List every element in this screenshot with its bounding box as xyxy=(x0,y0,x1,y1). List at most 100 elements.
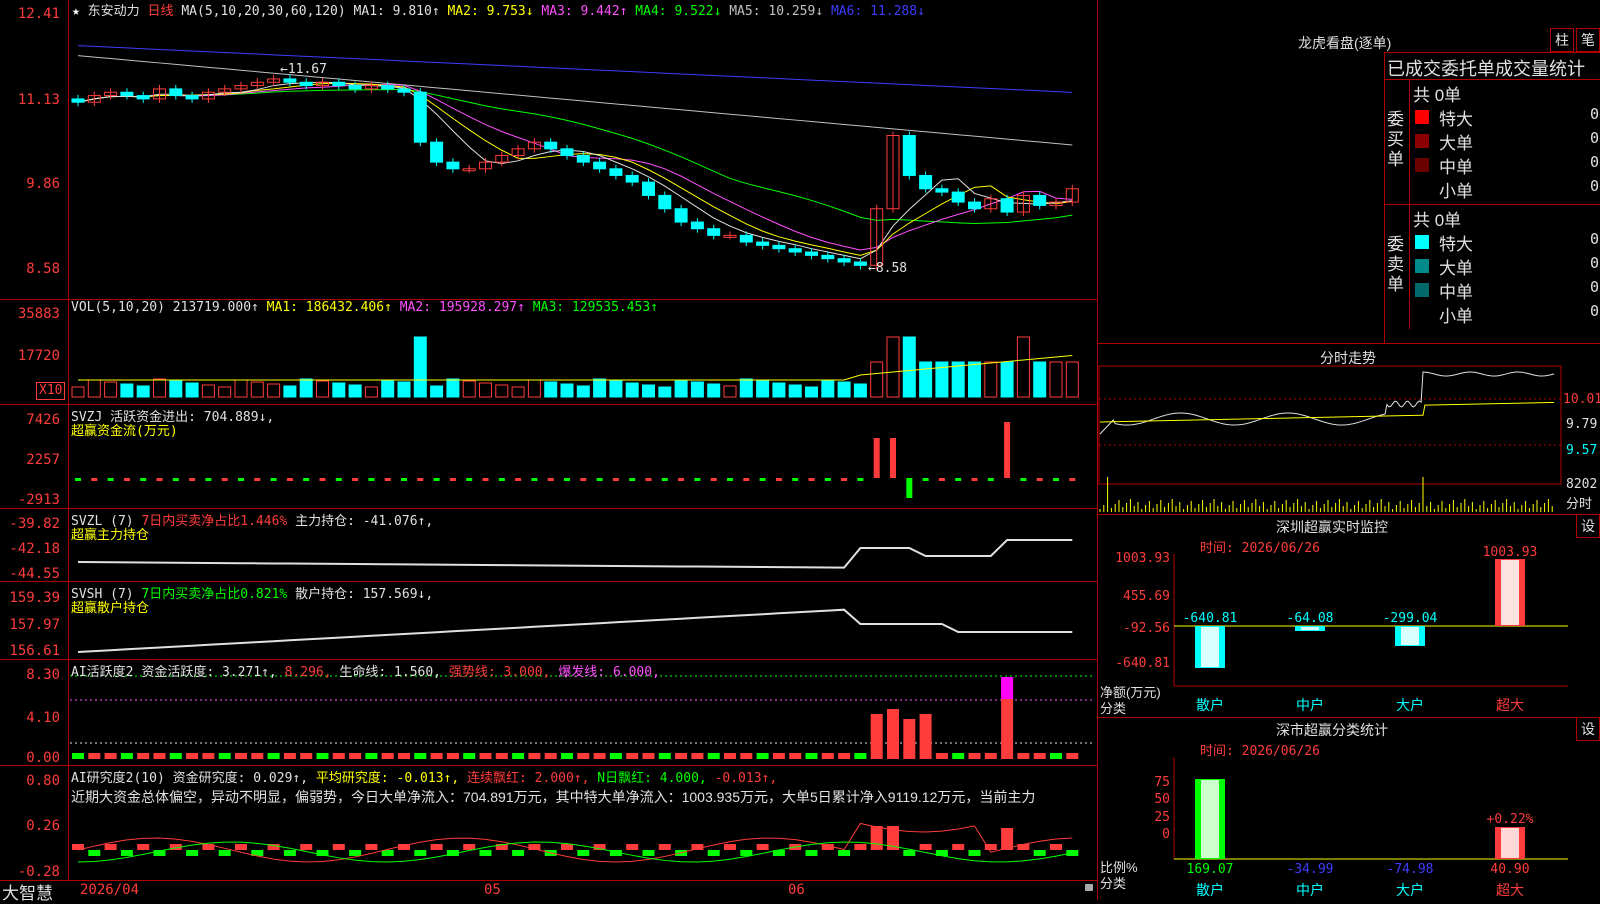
sell-rows: 共 0单 特大00%大单00%中单00%小单00% xyxy=(1409,205,1600,329)
active-bar xyxy=(316,753,329,759)
volume-bar xyxy=(495,384,509,398)
candle-body xyxy=(935,188,949,193)
flow-bar xyxy=(401,478,407,481)
stats-category-label: 散户 xyxy=(1196,882,1224,898)
volume-bar xyxy=(1000,361,1014,398)
flow-bar xyxy=(172,478,179,481)
monitor-value-label: -64.08 xyxy=(1287,611,1334,626)
stats-category-label: 大户 xyxy=(1396,882,1424,898)
ma-value-3: MA3: 9.442↑ xyxy=(533,4,628,19)
price-axis-label: 8.58 xyxy=(26,261,60,277)
monitor-bar-chart[interactable]: 1003.93 455.69 -92.56 -640.81 -640.81 散户 -64.0… xyxy=(1098,514,1600,717)
candle-body xyxy=(169,88,183,97)
volume-bar xyxy=(413,336,427,398)
intraday-panel[interactable]: 分时走势 10.01 9.79 9.57 8202 分时 xyxy=(1098,344,1600,514)
monitor-bar-highlight xyxy=(1201,627,1219,667)
intraday-frame xyxy=(1098,365,1562,485)
stats-value-label: -74.98 xyxy=(1387,862,1434,877)
active-bar xyxy=(446,753,459,759)
active-bar xyxy=(821,753,834,759)
order-type: 大单 xyxy=(1439,134,1473,153)
main-holding-line xyxy=(77,539,1073,569)
candle-body xyxy=(348,85,362,90)
panel-divider xyxy=(0,880,1097,881)
flow-bar xyxy=(841,478,848,481)
candle-body xyxy=(413,91,427,143)
active-bar xyxy=(72,753,84,759)
intraday-chart[interactable] xyxy=(1098,344,1600,514)
active-bar xyxy=(153,753,166,759)
volume-bar xyxy=(71,386,85,398)
flow-bar xyxy=(1020,478,1027,481)
flow-bar xyxy=(123,478,130,481)
bar-view-button[interactable]: 柱 xyxy=(1550,28,1574,52)
ai-research-axis-label: -0.28 xyxy=(17,864,60,880)
monitor-xlabel: 分类 xyxy=(1100,701,1127,716)
period-label[interactable]: 日线 xyxy=(148,4,174,19)
active-bar xyxy=(740,753,753,759)
volume-bar xyxy=(756,380,770,398)
color-swatch xyxy=(1415,134,1429,148)
volume-bar xyxy=(479,382,492,398)
ai-active-axis-label: 0.00 xyxy=(26,750,60,766)
research-line xyxy=(77,822,1073,863)
order-type: 小单 xyxy=(1439,307,1473,326)
vol-unit-badge[interactable]: X10 xyxy=(36,382,66,400)
flow-bar xyxy=(890,438,896,478)
volume-bar xyxy=(902,336,916,398)
active-bar xyxy=(1033,753,1046,759)
research-bar xyxy=(349,850,362,856)
volume-bar xyxy=(1033,361,1047,398)
flow-bar xyxy=(303,478,310,481)
monitor-bar-highlight xyxy=(1301,627,1319,630)
flow-bar xyxy=(270,478,277,481)
flow-bar xyxy=(498,478,505,481)
stock-name[interactable]: 东安动力 xyxy=(88,4,140,19)
research-bar xyxy=(577,850,590,856)
flow-bar xyxy=(254,478,261,481)
active-bar xyxy=(512,753,525,759)
active-bar xyxy=(1066,753,1079,759)
candlestick-chart[interactable] xyxy=(0,0,1097,880)
volume-bar xyxy=(560,383,574,398)
tick-view-button[interactable]: 笔 xyxy=(1576,28,1600,52)
volume-bar xyxy=(87,379,101,398)
price-axis-label: 11.13 xyxy=(17,92,60,108)
research-bar xyxy=(104,844,117,850)
active-bar xyxy=(968,753,981,759)
active-bar xyxy=(88,753,101,759)
stats-bar-chart[interactable]: 75 50 25 0 169.07 散户 -34.99 中户 -74.98 大户 40.90 超大 +0… xyxy=(1098,717,1600,900)
volume-bar xyxy=(397,381,411,398)
candle-body xyxy=(430,141,444,163)
active-bar xyxy=(414,753,427,759)
active-bar xyxy=(235,753,247,759)
active-bar xyxy=(675,753,688,759)
flow-bar xyxy=(596,478,603,481)
active-bar xyxy=(707,753,720,759)
flow-bar xyxy=(91,478,98,481)
candle-body xyxy=(739,234,753,243)
dragon-tiger-table: 已成交委托单成交量统计 委买单 共 0单 特大00%大单00%中单00%小单00… xyxy=(1384,52,1600,344)
candle-body xyxy=(446,161,460,170)
research-bar xyxy=(283,850,296,856)
flow-bar xyxy=(531,478,538,481)
color-swatch xyxy=(1415,110,1429,124)
active-bar xyxy=(903,719,916,759)
active-bar xyxy=(1017,753,1030,759)
volume-bar xyxy=(690,381,704,398)
research-bar xyxy=(463,844,476,850)
ma-line xyxy=(77,84,1073,251)
volume-bar xyxy=(968,361,981,398)
active-bar xyxy=(251,753,264,759)
volume-bar xyxy=(201,384,215,398)
flow-bar xyxy=(205,478,212,481)
monitor-category-label: 散户 xyxy=(1196,697,1224,713)
order-row: 特大00% xyxy=(1409,104,1600,129)
main-chart-area[interactable]: ★ 东安动力 日线 MA(5,10,20,30,60,120) MA1: 9.8… xyxy=(0,0,1098,903)
favorite-star-icon[interactable]: ★ xyxy=(72,4,80,19)
brand-label[interactable]: 大智慧 xyxy=(2,879,53,904)
order-count: 0 xyxy=(1589,129,1599,147)
flow-bar xyxy=(547,478,554,481)
lock-icon[interactable] xyxy=(1085,884,1093,891)
flow-bar xyxy=(1036,478,1043,481)
